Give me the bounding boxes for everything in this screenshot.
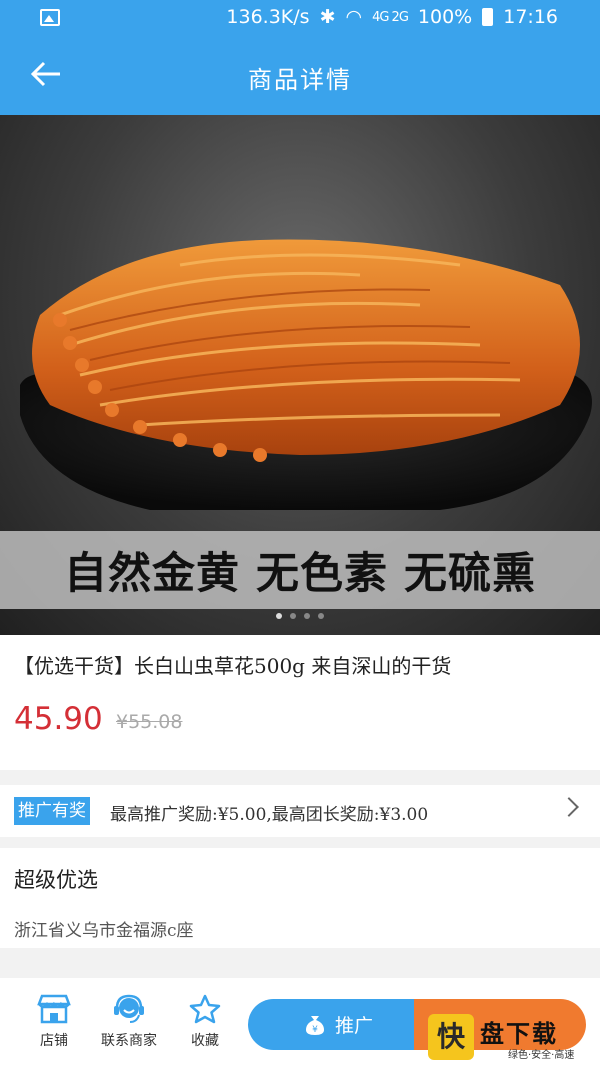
customer-service-icon [114, 994, 144, 1023]
product-info: 【优选干货】长白山虫草花500g 来自深山的干货 45.90 ¥55.08 [0, 635, 600, 770]
carousel-dot[interactable] [318, 613, 324, 619]
product-image-carousel[interactable]: 自然金黄 无色素 无硫熏 [0, 115, 600, 635]
favorite-label: 收藏 [191, 1033, 219, 1049]
promotion-row[interactable]: 推广有奖 最高推广奖励:¥5.00,最高团长奖励:¥3.00 [0, 785, 600, 837]
site-watermark: 快 盘下载 绿色·安全·高速 [428, 1008, 600, 1066]
wifi-icon: ◠ [345, 6, 363, 28]
battery-icon [482, 8, 494, 26]
banner-text: 自然金黄 无色素 无硫熏 [64, 549, 536, 599]
carousel-dot[interactable] [304, 613, 310, 619]
product-price: 45.90 [14, 701, 103, 737]
star-icon [189, 994, 221, 1024]
promotion-tag: 推广有奖 [14, 797, 90, 825]
gallery-icon [40, 9, 60, 26]
store-label: 店铺 [40, 1033, 68, 1049]
status-bar: 136.3K/s ✱ ◠ 4G 2G 100% 17:16 [0, 0, 600, 36]
promote-label: 推广 [334, 1015, 373, 1037]
product-name: 【优选干货】长白山虫草花500g 来自深山的干货 [14, 654, 452, 678]
svg-text:¥: ¥ [312, 1025, 318, 1035]
watermark-subtitle: 绿色·安全·高速 [508, 1050, 575, 1061]
store-button[interactable]: 店铺 [17, 994, 91, 1050]
image-banner: 自然金黄 无色素 无硫熏 [0, 531, 600, 609]
store-icon [37, 994, 71, 1024]
carousel-dot[interactable] [276, 613, 282, 619]
money-bag-icon: ¥ [305, 1015, 324, 1035]
chevron-right-icon [559, 797, 579, 817]
contact-seller-button[interactable]: 联系商家 [92, 994, 166, 1050]
watermark-title: 盘下载 [480, 1020, 558, 1048]
battery-level: 100% [417, 6, 473, 28]
network-type: 4G 2G [372, 9, 409, 25]
contact-label: 联系商家 [101, 1033, 157, 1049]
carousel-dot[interactable] [290, 613, 296, 619]
network-speed: 136.3K/s [226, 6, 310, 28]
clock: 17:16 [503, 6, 558, 28]
favorite-button[interactable]: 收藏 [168, 994, 242, 1050]
page-title: 商品详情 [248, 66, 352, 94]
app-header: 商品详情 [0, 36, 600, 115]
original-price: ¥55.08 [116, 711, 183, 733]
shop-info: 超级优选 浙江省义乌市金福源c座 [0, 848, 600, 948]
promote-button[interactable]: ¥ 推广 [248, 999, 428, 1050]
shop-name: 超级优选 [14, 868, 98, 892]
promotion-text: 最高推广奖励:¥5.00,最高团长奖励:¥3.00 [110, 805, 429, 825]
shop-address: 浙江省义乌市金福源c座 [14, 921, 194, 941]
watermark-logo: 快 [428, 1014, 474, 1060]
bluetooth-icon: ✱ [319, 6, 336, 28]
carousel-indicator [0, 613, 600, 619]
status-right: 136.3K/s ✱ ◠ 4G 2G 100% 17:16 [226, 6, 558, 28]
